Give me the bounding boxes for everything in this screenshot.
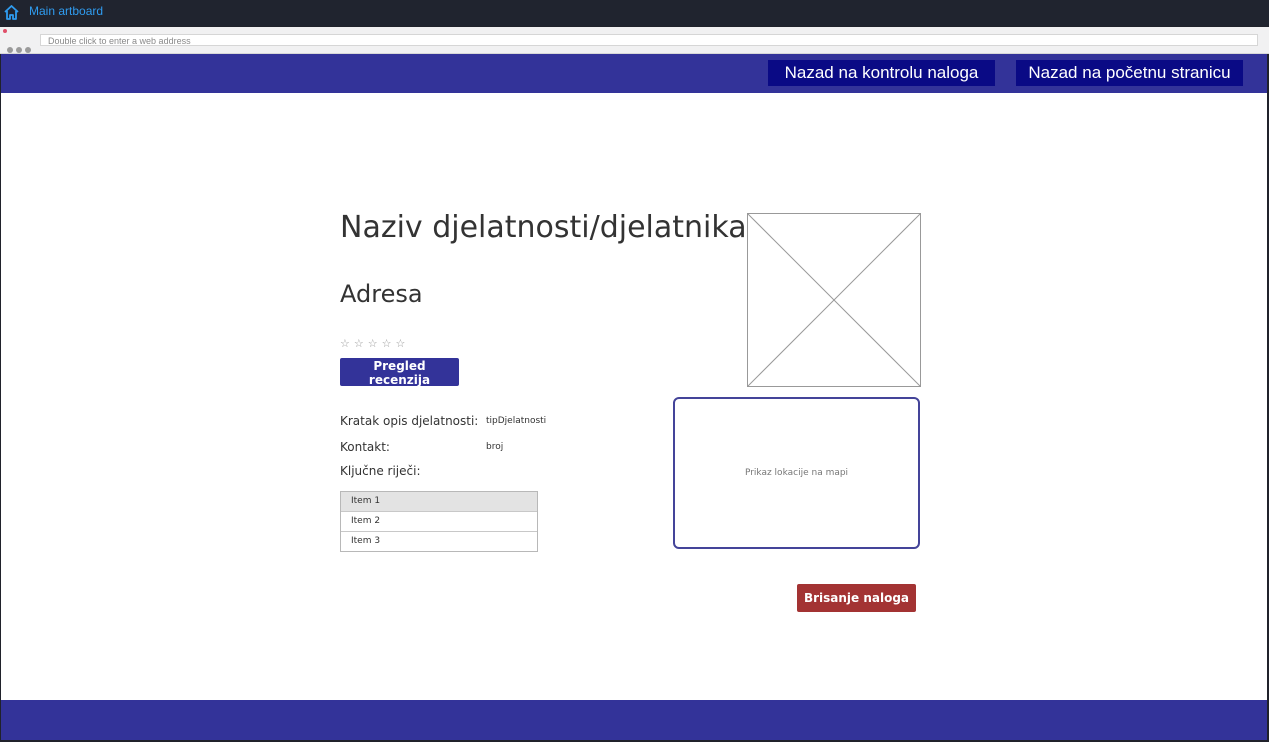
delete-account-button[interactable]: Brisanje naloga (797, 584, 916, 612)
star-rating[interactable]: ☆☆☆☆☆ (340, 337, 409, 350)
description-value: tipDjelatnosti (486, 416, 547, 426)
business-address: Adresa (340, 280, 423, 308)
window-dot-icon[interactable] (25, 47, 31, 53)
view-reviews-button[interactable]: Pregled recenzija (340, 358, 459, 387)
status-dot (3, 29, 7, 33)
artboard-title[interactable]: Main artboard (29, 4, 103, 18)
map-placeholder-text: Prikaz lokacije na mapi (744, 468, 849, 478)
image-placeholder (747, 213, 921, 387)
footer (1, 700, 1267, 740)
app-bar: Main artboard (0, 0, 1269, 26)
keywords-label: Ključne riječi: (340, 464, 421, 478)
location-map[interactable]: Prikaz lokacije na mapi (673, 397, 920, 549)
keywords-list: Item 1 Item 2 Item 3 (340, 491, 538, 552)
business-name: Naziv djelatnosti/djelatnika (340, 210, 747, 245)
window-dot-icon[interactable] (7, 47, 13, 53)
home-icon[interactable] (3, 4, 20, 21)
back-to-account-control-button[interactable]: Nazad na kontrolu naloga (768, 60, 995, 86)
list-item[interactable]: Item 1 (341, 492, 537, 511)
browser-bar: Double click to enter a web address (0, 27, 1269, 54)
list-item[interactable]: Item 2 (341, 511, 537, 531)
description-label: Kratak opis djelatnosti: (340, 414, 479, 428)
window-dot-icon[interactable] (16, 47, 22, 53)
address-bar[interactable]: Double click to enter a web address (40, 34, 1258, 46)
contact-value: broj (486, 442, 504, 452)
contact-label: Kontakt: (340, 440, 390, 454)
page: Nazad na kontrolu naloga Nazad na početn… (1, 54, 1267, 740)
top-nav: Nazad na kontrolu naloga Nazad na početn… (1, 54, 1267, 93)
back-to-home-button[interactable]: Nazad na početnu stranicu (1016, 60, 1243, 86)
list-item[interactable]: Item 3 (341, 531, 537, 551)
